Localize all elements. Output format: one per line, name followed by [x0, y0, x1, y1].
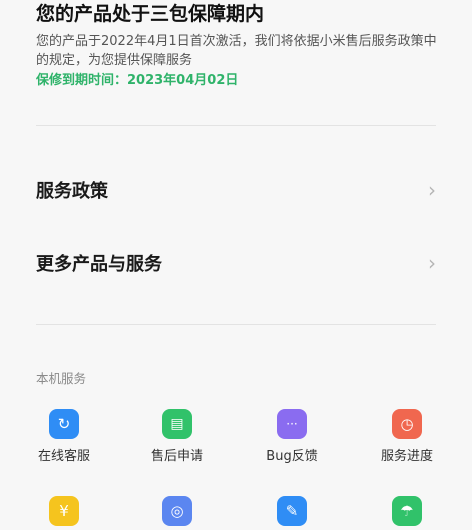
- warranty-title: 您的产品处于三包保障期内: [36, 3, 265, 25]
- menu-item-label: 更多产品与服务: [36, 254, 162, 275]
- tile-online-support[interactable]: ↻ 在线客服: [9, 409, 119, 465]
- menu-item-service-policy[interactable]: 服务政策 ›: [36, 165, 436, 215]
- tile-payment[interactable]: ¥: [9, 496, 119, 526]
- tile-label: 在线客服: [37, 449, 90, 464]
- chevron-right-icon: ›: [428, 251, 436, 275]
- umbrella-icon: ☂: [392, 496, 422, 526]
- divider: [36, 125, 436, 126]
- warranty-expiry: 保修到期时间：2023年04月02日: [36, 73, 239, 88]
- spiral-icon: ◎: [162, 496, 192, 526]
- tile-repair[interactable]: ✎: [237, 496, 347, 526]
- tile-label: 服务进度: [380, 449, 433, 464]
- tile-label: 售后申请: [150, 449, 203, 464]
- chevron-right-icon: ›: [428, 178, 436, 202]
- tile-service-progress[interactable]: ◷ 服务进度: [352, 409, 462, 465]
- menu-item-label: 服务政策: [36, 181, 108, 202]
- tile-after-sales[interactable]: ▤ 售后申请: [122, 409, 232, 465]
- tile-insurance[interactable]: ☂: [352, 496, 462, 526]
- clock-icon: ◷: [392, 409, 422, 439]
- message-bubble-icon: ···: [277, 409, 307, 439]
- tile-label: Bug反馈: [266, 449, 318, 464]
- wrench-icon: ✎: [277, 496, 307, 526]
- tile-spiral[interactable]: ◎: [122, 496, 232, 526]
- yen-icon: ¥: [49, 496, 79, 526]
- document-icon: ▤: [162, 409, 192, 439]
- divider: [36, 324, 436, 325]
- section-label-local-services: 本机服务: [36, 371, 87, 386]
- refresh-chat-icon: ↻: [49, 409, 79, 439]
- menu-item-more-products[interactable]: 更多产品与服务 ›: [36, 238, 436, 288]
- warranty-card: 您的产品处于三包保障期内 您的产品于2022年4月1日首次激活，我们将依据小米售…: [36, 0, 446, 90]
- warranty-description: 您的产品于2022年4月1日首次激活，我们将依据小米售后服务政策中的规定，为您提…: [36, 34, 437, 68]
- tile-bug-feedback[interactable]: ··· Bug反馈: [237, 409, 347, 465]
